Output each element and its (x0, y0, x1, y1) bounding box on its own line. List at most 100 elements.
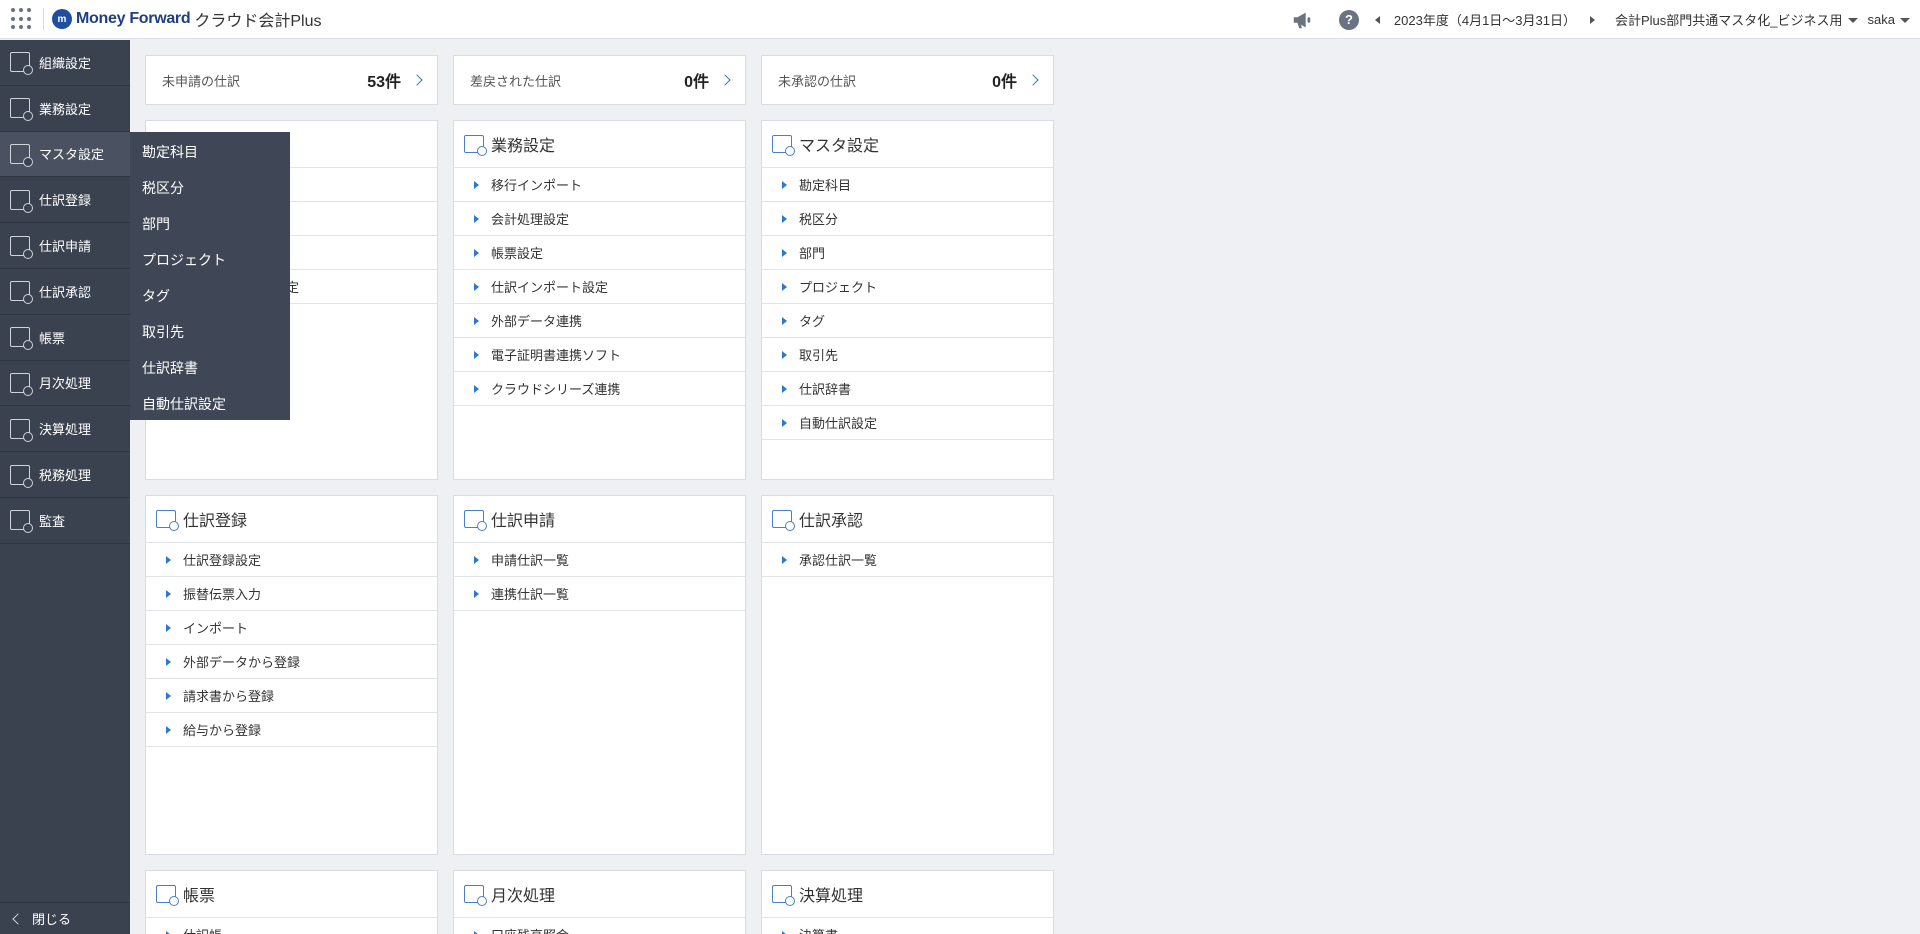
card-link[interactable]: 外部データ連携 (454, 304, 745, 338)
calculator-icon (10, 418, 33, 442)
sidebar-item-label: 仕訳申請 (39, 239, 92, 255)
sidebar-item-organization[interactable]: 組織設定 (0, 40, 130, 86)
user-caret-icon[interactable] (1900, 18, 1910, 23)
card-link[interactable]: インポート (146, 611, 437, 645)
logo-product: クラウド会計Plus (194, 13, 322, 30)
office-caret-icon[interactable] (1847, 18, 1858, 23)
flyout-item-tag[interactable]: タグ (130, 278, 290, 314)
card-link[interactable]: 決算書 (762, 918, 1053, 934)
summary-count: 0件 (684, 74, 709, 91)
card-link[interactable]: 口座残高照会 (454, 918, 745, 934)
card-link[interactable]: 取引先 (762, 338, 1053, 372)
sidebar-item-audit[interactable]: 監査 (0, 498, 130, 544)
chevron-left-icon (12, 912, 24, 925)
card-link[interactable]: 勘定科目 (762, 168, 1053, 202)
caret-right-icon (782, 555, 787, 564)
sidebar-item-monthly[interactable]: 月次処理 (0, 361, 130, 407)
business-settings-icon (10, 98, 33, 122)
card-link[interactable]: 申請仕訳一覧 (454, 543, 745, 577)
journal-approval-icon (10, 281, 33, 305)
prev-period-icon[interactable] (1374, 15, 1380, 24)
summary-unsubmitted[interactable]: 未申請の仕訳 53件 (145, 55, 438, 105)
card-link[interactable]: 移行インポート (454, 168, 745, 202)
next-period-icon[interactable] (1590, 15, 1595, 24)
card-link[interactable]: 自動仕訳設定 (762, 406, 1053, 440)
caret-right-icon (474, 350, 479, 359)
card-link[interactable]: 給与から登録 (146, 713, 437, 747)
help-icon[interactable]: ? (1338, 9, 1359, 30)
card-link[interactable]: プロジェクト (762, 270, 1053, 304)
card-link[interactable]: 承認仕訳一覧 (762, 543, 1053, 577)
flyout-item-tax-category[interactable]: 税区分 (130, 170, 290, 206)
caret-right-icon (782, 384, 787, 393)
calendar-icon (10, 372, 33, 396)
flyout-item-accounts[interactable]: 勘定科目 (130, 134, 290, 170)
sidebar-item-journal-approval[interactable]: 仕訳承認 (0, 269, 130, 315)
summary-unapproved[interactable]: 未承認の仕訳 0件 (761, 55, 1054, 105)
card-link-label: 振替伝票入力 (183, 587, 262, 602)
sidebar: 組織設定 業務設定 マスタ設定 仕訳登録 仕訳申請 仕訳承認 帳票 月次処理 決… (0, 40, 130, 934)
flyout-item-partner[interactable]: 取引先 (130, 314, 290, 350)
sidebar-item-journal-entry[interactable]: 仕訳登録 (0, 177, 130, 224)
sidebar-item-business[interactable]: 業務設定 (0, 86, 130, 132)
caret-right-icon (474, 282, 479, 291)
card-link[interactable]: 請求書から登録 (146, 679, 437, 713)
card-link[interactable]: 仕訳登録設定 (146, 543, 437, 577)
sidebar-item-label: 決算処理 (39, 422, 92, 438)
card-link[interactable]: タグ (762, 304, 1053, 338)
sidebar-item-label: マスタ設定 (39, 147, 105, 163)
card-link[interactable]: 仕訳辞書 (762, 372, 1053, 406)
card-link[interactable]: 外部データから登録 (146, 645, 437, 679)
sidebar-item-closing[interactable]: 決算処理 (0, 406, 130, 453)
top-header: m Money Forward クラウド会計Plus ? 2023年度（4月1日… (0, 0, 1920, 39)
journal-request-icon (10, 235, 33, 259)
app-grid-icon[interactable] (11, 8, 33, 30)
card-link[interactable]: 会計処理設定 (454, 202, 745, 236)
caret-right-icon (782, 930, 787, 934)
card-header: 仕訳申請 (454, 496, 745, 543)
flyout-item-project[interactable]: プロジェクト (130, 242, 290, 278)
card-header: 仕訳登録 (146, 496, 437, 543)
flyout-item-auto-journal[interactable]: 自動仕訳設定 (130, 386, 290, 422)
card-link[interactable]: 連携仕訳一覧 (454, 577, 745, 611)
sidebar-item-reports[interactable]: 帳票 (0, 315, 130, 361)
card-link[interactable]: 税区分 (762, 202, 1053, 236)
master-settings-icon (772, 135, 795, 156)
sidebar-item-master[interactable]: マスタ設定 (0, 131, 130, 178)
card-link-label: 申請仕訳一覧 (491, 553, 570, 568)
card-link[interactable]: 仕訳インポート設定 (454, 270, 745, 304)
logo[interactable]: m Money Forward クラウド会計Plus (52, 7, 321, 31)
sidebar-item-label: 税務処理 (39, 468, 92, 484)
sidebar-item-journal-request[interactable]: 仕訳申請 (0, 223, 130, 269)
card-closing: 決算処理 決算書 (761, 870, 1054, 934)
calendar-icon (464, 885, 487, 906)
caret-right-icon (166, 691, 171, 700)
megaphone-icon[interactable] (1291, 9, 1313, 31)
reports-icon (10, 327, 33, 351)
card-link-label: クラウドシリーズ連携 (491, 382, 621, 397)
card-link[interactable]: 電子証明書連携ソフト (454, 338, 745, 372)
card-journal-request: 仕訳申請 申請仕訳一覧 連携仕訳一覧 (453, 495, 746, 855)
card-link-label: 会計処理設定 (491, 212, 570, 227)
caret-right-icon (166, 930, 171, 934)
office-selector[interactable]: 会計Plus部門共通マスタ化_ビジネス用 (1615, 10, 1843, 29)
sidebar-close-button[interactable]: 閉じる (0, 902, 130, 934)
flyout-item-department[interactable]: 部門 (130, 206, 290, 242)
card-link[interactable]: 部門 (762, 236, 1053, 270)
card-link[interactable]: 帳票設定 (454, 236, 745, 270)
card-link[interactable]: 振替伝票入力 (146, 577, 437, 611)
card-link[interactable]: クラウドシリーズ連携 (454, 372, 745, 406)
summary-label: 未承認の仕訳 (778, 73, 857, 89)
card-link-label: 電子証明書連携ソフト (491, 348, 622, 363)
card-link-label: 承認仕訳一覧 (799, 553, 878, 568)
user-menu[interactable]: saka (1868, 12, 1895, 27)
header-divider (43, 8, 44, 30)
sidebar-item-tax[interactable]: 税務処理 (0, 452, 130, 498)
chevron-right-icon (411, 74, 423, 86)
flyout-item-journal-dictionary[interactable]: 仕訳辞書 (130, 350, 290, 386)
card-link[interactable]: 仕訳帳 (146, 918, 437, 934)
summary-returned[interactable]: 差戻された仕訳 0件 (453, 55, 746, 105)
fiscal-period[interactable]: 2023年度（4月1日〜3月31日） (1394, 10, 1576, 29)
card-link-label: 外部データから登録 (183, 655, 301, 670)
card-header: 仕訳承認 (762, 496, 1053, 543)
